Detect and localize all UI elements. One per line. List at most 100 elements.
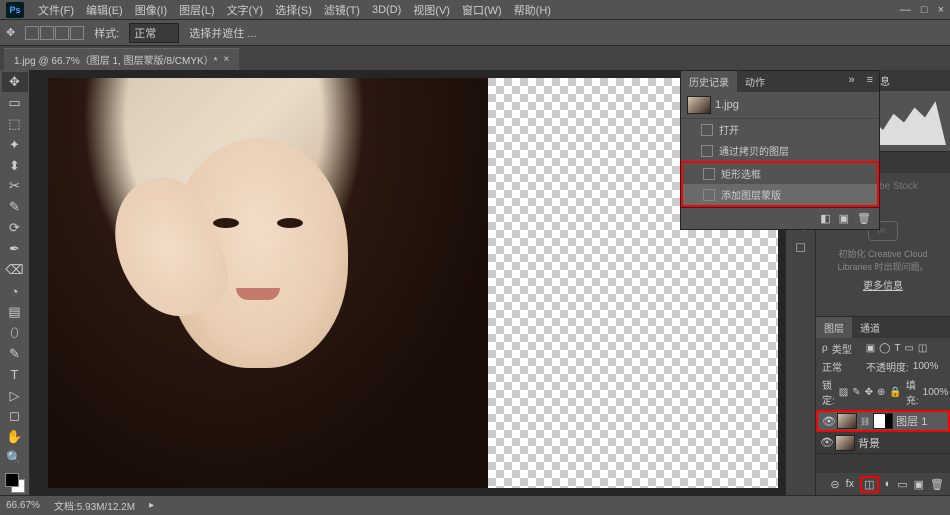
history-item-open[interactable]: 打开 (681, 119, 879, 140)
canvas-area[interactable] (30, 70, 785, 495)
lock-image-icon[interactable]: ✎ (852, 387, 860, 398)
layer-row-1[interactable]: 👁 ⛓ 图层 1 (816, 410, 950, 432)
select-and-mask-button[interactable]: 选择并遮住 ... (189, 25, 256, 41)
selection-add-icon[interactable] (40, 26, 54, 40)
type-tool[interactable]: T (2, 365, 28, 385)
link-layers-icon[interactable]: ⊝ (830, 478, 839, 491)
menu-file[interactable]: 文件(F) (32, 2, 80, 18)
maximize-button[interactable]: □ (921, 4, 928, 16)
new-layer-icon[interactable]: ▣ (914, 478, 924, 491)
fx-icon[interactable]: fx (846, 478, 855, 490)
close-button[interactable]: × (938, 4, 944, 16)
lock-trans-icon[interactable]: ▨ (839, 387, 848, 398)
magic-wand-tool[interactable]: ✦ (2, 135, 28, 155)
blur-tool[interactable]: ▤ (2, 302, 28, 322)
layer-row-bg[interactable]: 👁 背景 (816, 432, 950, 454)
lock-all-icon[interactable]: 🔒 (889, 387, 901, 398)
delete-layer-icon[interactable]: 🗑 (930, 478, 944, 491)
history-panel[interactable]: 历史记录 动作 » ≡ 1.jpg 打开 通过拷贝的图层 矩形选框 添加图层蒙版 (680, 70, 880, 230)
zoom-tool[interactable]: 🔍 (2, 448, 28, 468)
hand-tool[interactable]: ✋ (2, 427, 28, 447)
history-snapshot[interactable]: 1.jpg (681, 92, 879, 119)
filter-pixel-icon[interactable]: ▣ (866, 343, 875, 354)
filter-adjust-icon[interactable]: ◯ (879, 343, 890, 354)
layer-name[interactable]: 背景 (858, 435, 880, 451)
menu-help[interactable]: 帮助(H) (508, 2, 557, 18)
selection-intersect-icon[interactable] (70, 26, 84, 40)
style-select[interactable]: 正常 (129, 23, 179, 43)
selection-subtract-icon[interactable] (55, 26, 69, 40)
visibility-icon[interactable]: 👁 (820, 436, 832, 449)
crop-tool[interactable]: ⬍ (2, 156, 28, 176)
selection-new-icon[interactable] (25, 26, 39, 40)
filter-type-icon[interactable]: T (894, 343, 900, 354)
menu-window[interactable]: 窗口(W) (456, 2, 508, 18)
layer-thumb[interactable] (835, 435, 855, 451)
doc-info[interactable]: 文档:5.93M/12.2M (54, 498, 135, 513)
gradient-tool[interactable]: ◔ (2, 281, 28, 301)
adjustment-layer-icon[interactable]: ◐ (885, 478, 892, 490)
history-item-marquee[interactable]: 矩形选框 (683, 163, 877, 184)
menu-type[interactable]: 文字(Y) (221, 2, 270, 18)
new-snapshot-icon[interactable]: ▣ (839, 212, 849, 225)
fill-value[interactable]: 100% (923, 387, 949, 398)
stamp-tool[interactable]: ✒ (2, 239, 28, 259)
history-highlight: 矩形选框 添加图层蒙版 (681, 161, 879, 207)
panel-menu-icon[interactable]: ≡ (861, 71, 879, 92)
color-swatch[interactable] (5, 473, 25, 493)
lock-artboard-icon[interactable]: ⊕ (877, 387, 885, 398)
tool-preset-icon[interactable]: ✥ (6, 26, 15, 39)
snapshot-from-icon[interactable]: ◧ (820, 212, 830, 225)
move-tool[interactable]: ✥ (2, 72, 28, 92)
filter-smart-icon[interactable]: ◫ (918, 343, 927, 354)
menu-select[interactable]: 选择(S) (269, 2, 318, 18)
image-content (48, 78, 488, 488)
zoom-level[interactable]: 66.67% (6, 500, 40, 511)
history-item-copy-layer[interactable]: 通过拷贝的图层 (681, 140, 879, 161)
menu-3d[interactable]: 3D(D) (366, 4, 407, 16)
document-tab[interactable]: 1.jpg @ 66.7%（图层 1, 图层蒙版/8/CMYK）* × (4, 48, 239, 70)
eyedropper-tool[interactable]: ✂ (2, 177, 28, 197)
doc-info-arrow[interactable]: ▸ (149, 500, 154, 511)
history-body: 1.jpg 打开 通过拷贝的图层 矩形选框 添加图层蒙版 (681, 92, 879, 207)
tab-actions[interactable]: 动作 (737, 71, 773, 92)
brush-tool[interactable]: ⟳ (2, 218, 28, 238)
fill-label: 填充: (906, 377, 919, 407)
tab-history[interactable]: 历史记录 (681, 71, 737, 92)
marquee-tool[interactable]: ▭ (2, 93, 28, 113)
eraser-tool[interactable]: ⌫ (2, 260, 28, 280)
menu-image[interactable]: 图像(I) (129, 2, 173, 18)
pen-tool[interactable]: ✎ (2, 344, 28, 364)
panel-collapse-icon[interactable]: » (842, 71, 860, 92)
add-mask-icon[interactable]: ◫ (860, 476, 878, 493)
visibility-icon[interactable]: 👁 (822, 415, 834, 428)
filter-shape-icon[interactable]: ▭ (904, 343, 913, 354)
opacity-value[interactable]: 100% (913, 361, 939, 372)
step-icon (703, 168, 715, 180)
shape-tool[interactable]: ◻ (2, 407, 28, 427)
tab-layers[interactable]: 图层 (816, 317, 852, 338)
layer-thumb[interactable] (837, 413, 857, 429)
history-item-add-mask[interactable]: 添加图层蒙版 (683, 184, 877, 205)
mask-thumb[interactable] (873, 413, 893, 429)
minimize-button[interactable]: — (900, 4, 911, 16)
menu-view[interactable]: 视图(V) (407, 2, 456, 18)
menu-layer[interactable]: 图层(L) (173, 2, 220, 18)
dodge-tool[interactable]: ⬯ (2, 323, 28, 343)
blend-mode-select[interactable]: 正常 (822, 359, 862, 374)
menu-filter[interactable]: 滤镜(T) (318, 2, 366, 18)
healing-tool[interactable]: ✎ (2, 197, 28, 217)
lasso-tool[interactable]: ⬚ (2, 114, 28, 134)
cc-more-link[interactable]: 更多信息 (863, 277, 903, 292)
layer-name[interactable]: 图层 1 (896, 413, 927, 429)
delete-state-icon[interactable]: 🗑 (857, 212, 871, 225)
canvas[interactable] (48, 78, 778, 488)
tab-channels[interactable]: 通道 (852, 317, 888, 338)
document-tab-close[interactable]: × (224, 54, 230, 65)
group-icon[interactable]: ▭ (897, 478, 907, 491)
kind-filter-select[interactable]: 类型 (832, 341, 862, 356)
lock-pos-icon[interactable]: ✥ (865, 387, 873, 398)
menu-edit[interactable]: 编辑(E) (80, 2, 129, 18)
path-tool[interactable]: ▷ (2, 386, 28, 406)
dock-icon-3d[interactable]: ◻ (795, 239, 806, 255)
